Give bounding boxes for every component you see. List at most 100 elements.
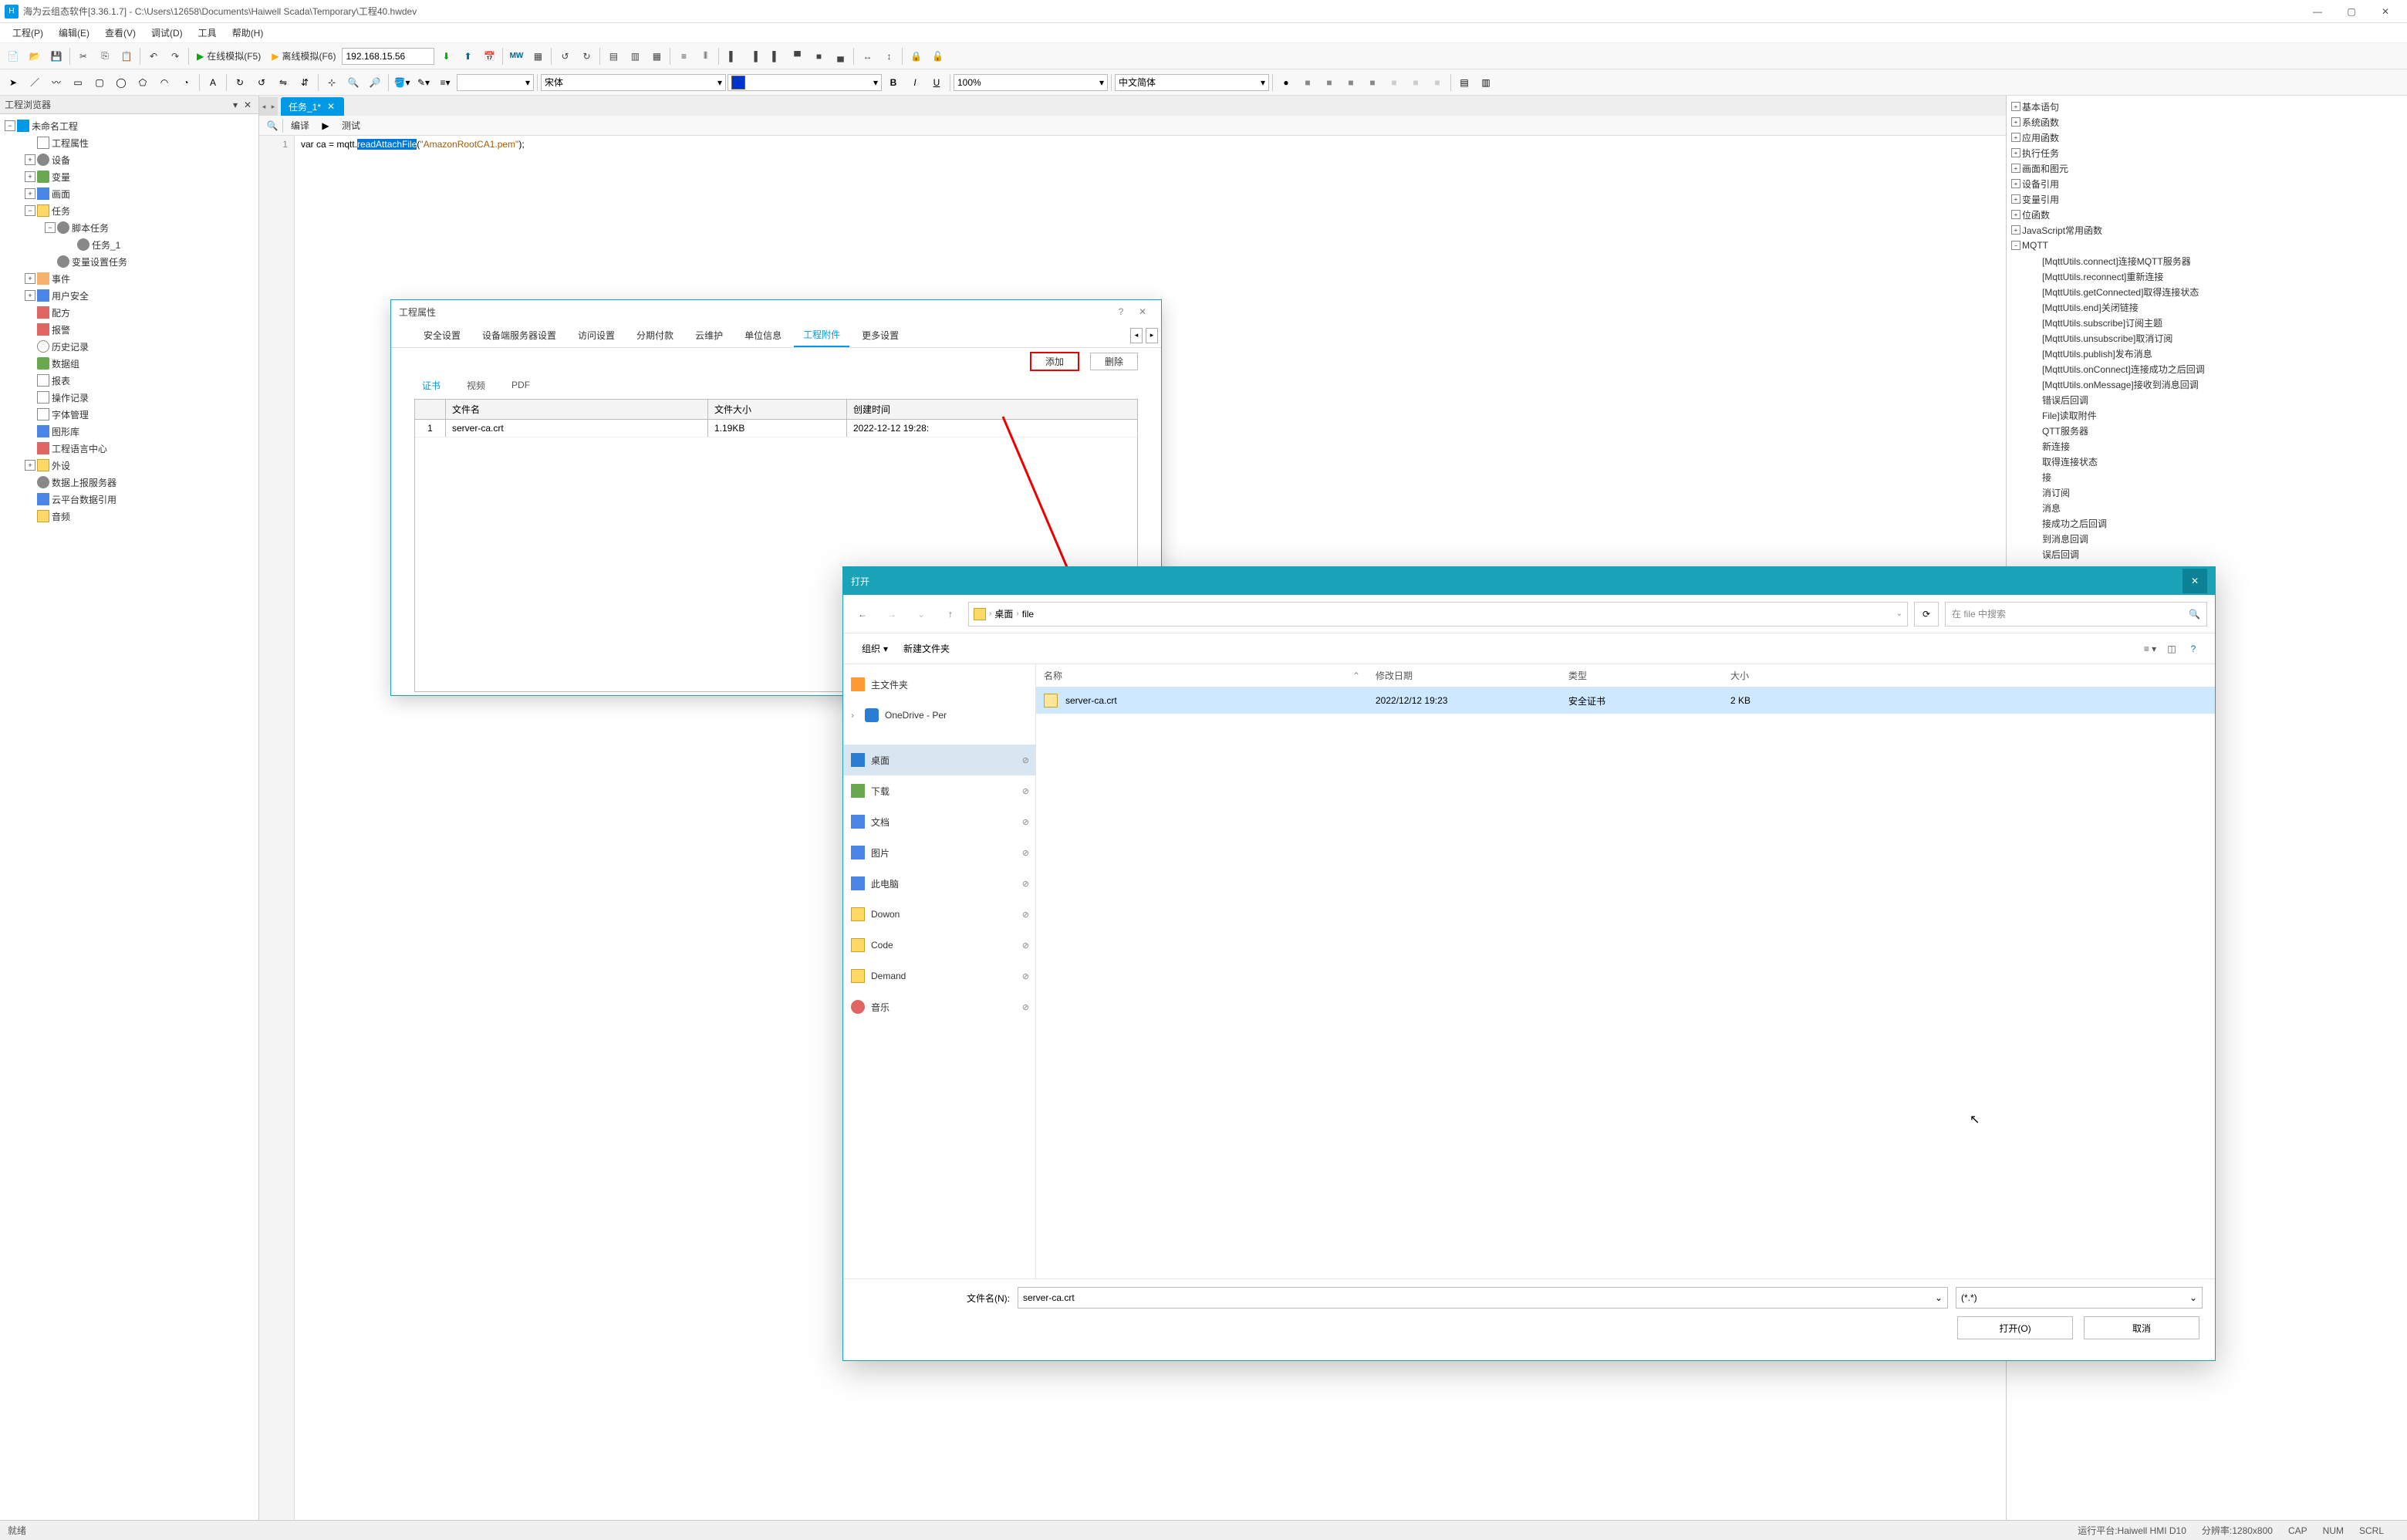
menu-help[interactable]: 帮助(H) [224, 24, 272, 42]
tab-close-icon[interactable]: ✕ [326, 101, 336, 112]
fontcolor-combo[interactable]: ▾ [728, 74, 882, 91]
close-button[interactable]: ✕ [2368, 1, 2402, 22]
dialog-header[interactable]: 工程属性 ? ✕ [391, 300, 1161, 323]
lineweight-combo[interactable]: ▾ [457, 74, 534, 91]
rotate-left-icon[interactable]: ↺ [555, 46, 575, 66]
col-created[interactable]: 创建时间 [847, 400, 1137, 419]
dist-v-icon[interactable]: ↕ [879, 46, 899, 66]
rotate-right-icon[interactable]: ↻ [576, 46, 596, 66]
filename-input[interactable]: server-ca.crt⌄ [1018, 1287, 1948, 1309]
online-sim-button[interactable]: ▶在线模拟(F5) [192, 46, 265, 66]
col-type[interactable]: 类型 [1561, 669, 1723, 682]
tree-item[interactable]: 云平台数据引用 [2, 491, 257, 508]
rt-item[interactable]: [MqttUtils.connect]连接MQTT服务器 [2008, 253, 2405, 268]
file-row[interactable]: server-ca.crt 2022/12/12 19:23 安全证书 2 KB [1036, 687, 2215, 714]
tree-item[interactable]: 音频 [2, 508, 257, 525]
pin-icon[interactable]: ⊘ [1022, 879, 1029, 889]
c5-icon[interactable]: ■ [1362, 73, 1382, 93]
tree-item[interactable]: 变量设置任务 [2, 253, 257, 270]
sidebar-item[interactable]: Code⊘ [843, 930, 1035, 961]
tree-item[interactable]: −任务 [2, 202, 257, 219]
sidebar-item[interactable]: 下载⊘ [843, 775, 1035, 806]
rt-item[interactable]: [MqttUtils.unsubscribe]取消订阅 [2008, 330, 2405, 346]
rt-cat[interactable]: +画面和图元 [2008, 160, 2405, 176]
text-icon[interactable]: A [203, 73, 223, 93]
tree-root[interactable]: −未命名工程 [2, 117, 257, 134]
rt-item[interactable]: File]读取附件 [2008, 407, 2405, 423]
rt-item[interactable]: 接 [2008, 469, 2405, 485]
new-icon[interactable]: 📄 [3, 46, 23, 66]
sub-search-icon[interactable]: 🔍 [264, 117, 281, 134]
rt-item[interactable]: [MqttUtils.publish]发布消息 [2008, 346, 2405, 361]
chevron-down-icon[interactable]: ⌄ [1896, 610, 1902, 618]
menu-debug[interactable]: 调试(D) [143, 24, 191, 42]
download-icon[interactable]: ⬇ [436, 46, 456, 66]
open-help-icon[interactable]: ? [2183, 638, 2204, 660]
rt-item[interactable]: [MqttUtils.getConnected]取得连接状态 [2008, 284, 2405, 299]
pin-icon[interactable]: ⊘ [1022, 817, 1029, 827]
dialog-tab-active[interactable]: 工程附件 [794, 323, 849, 347]
polyline-icon[interactable]: 〰 [46, 73, 66, 93]
rt-cat[interactable]: +变量引用 [2008, 191, 2405, 207]
pin-icon[interactable]: ⊘ [1022, 971, 1029, 981]
open-button[interactable]: 打开(O) [1957, 1316, 2073, 1339]
editor-tab[interactable]: 任务_1* ✕ [281, 97, 344, 116]
dialog-tab[interactable]: 单位信息 [735, 324, 791, 346]
rt-item[interactable]: 取得连接状态 [2008, 454, 2405, 469]
align1-icon[interactable]: ≡ [673, 46, 694, 66]
search-input[interactable]: 在 file 中搜索 🔍 [1945, 602, 2207, 626]
rt-item[interactable]: 到消息回调 [2008, 531, 2405, 546]
rt-item[interactable]: [MqttUtils.reconnect]重新连接 [2008, 268, 2405, 284]
refresh-icon[interactable]: ⟳ [1914, 602, 1939, 626]
arc-icon[interactable]: ◠ [154, 73, 174, 93]
copy-icon[interactable]: ⎘ [95, 46, 115, 66]
open-dialog-close-icon[interactable]: ✕ [2183, 569, 2207, 593]
col-date[interactable]: 修改日期 [1368, 669, 1561, 682]
mw-icon[interactable]: MW [506, 46, 526, 66]
tree-item[interactable]: 报警 [2, 321, 257, 338]
chevron-right-icon[interactable]: › [851, 710, 859, 721]
rot2-icon[interactable]: ↺ [252, 73, 272, 93]
col-name[interactable]: 名称⌃ [1036, 669, 1368, 682]
polygon-icon[interactable]: ⬠ [133, 73, 153, 93]
open-sidebar[interactable]: 主文件夹 ›OneDrive - Per 桌面⊘ 下载⊘ 文档⊘ 图片⊘ 此电脑… [843, 664, 1036, 1278]
layer-icon[interactable]: ▤ [603, 46, 623, 66]
menu-project[interactable]: 工程(P) [5, 24, 51, 42]
open-icon[interactable]: 📂 [25, 46, 45, 66]
sidebar-item[interactable]: Demand⊘ [843, 961, 1035, 991]
tree-item[interactable]: 数据组 [2, 355, 257, 372]
ip-input[interactable]: 192.168.15.56 [342, 48, 434, 65]
chevron-right-icon[interactable]: › [1016, 610, 1018, 618]
menu-view[interactable]: 查看(V) [97, 24, 143, 42]
tabs-scroll-right-icon[interactable]: ▸ [1146, 328, 1158, 343]
col-filesize[interactable]: 文件大小 [708, 400, 847, 419]
minimize-button[interactable]: — [2301, 1, 2334, 22]
al-left-icon[interactable]: ▌ [722, 46, 742, 66]
rt-item[interactable]: 误后回调 [2008, 546, 2405, 562]
nav-up-icon[interactable]: ↑ [939, 603, 962, 626]
linecolor-icon[interactable]: ✎▾ [414, 73, 434, 93]
al-top-icon[interactable]: ▀ [787, 46, 807, 66]
undo-icon[interactable]: ↶ [143, 46, 164, 66]
roundrect-icon[interactable]: ▢ [89, 73, 110, 93]
sidebar-item-selected[interactable]: 桌面⊘ [843, 745, 1035, 775]
font-combo[interactable]: 宋体▾ [541, 74, 726, 91]
sidebar-item[interactable]: 此电脑⊘ [843, 868, 1035, 899]
organize-menu[interactable]: 组织▾ [854, 639, 896, 658]
subtab-video[interactable]: 视频 [459, 376, 493, 395]
col-size[interactable]: 大小 [1723, 669, 2215, 682]
nav-recent-icon[interactable]: ⌄ [910, 603, 933, 626]
rect-icon[interactable]: ▭ [68, 73, 88, 93]
save-icon[interactable]: 💾 [46, 46, 66, 66]
unlock-icon[interactable]: 🔓 [927, 46, 947, 66]
sidebar-item[interactable]: 音乐⊘ [843, 991, 1035, 1022]
tree-item[interactable]: +画面 [2, 185, 257, 202]
rt-cat[interactable]: +设备引用 [2008, 176, 2405, 191]
view-list-icon[interactable]: ≡ ▾ [2139, 638, 2161, 660]
tree-item[interactable]: 历史记录 [2, 338, 257, 355]
rt-item[interactable]: 消订阅 [2008, 485, 2405, 500]
tree-item[interactable]: +变量 [2, 168, 257, 185]
rt-item[interactable]: 接成功之后回调 [2008, 515, 2405, 531]
tabs-scroll-left-icon[interactable]: ◂ [1130, 328, 1143, 343]
c1-icon[interactable]: ● [1276, 73, 1296, 93]
